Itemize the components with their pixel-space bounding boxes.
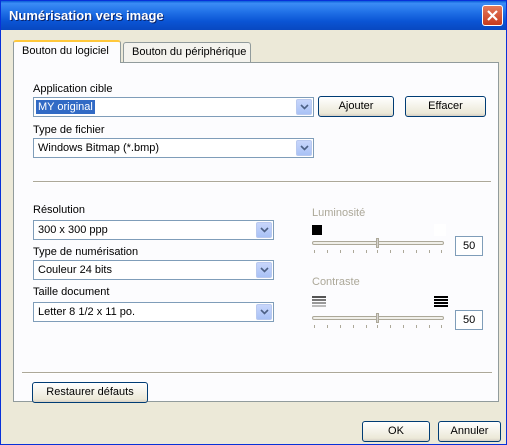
close-button[interactable]	[482, 5, 503, 26]
delete-button[interactable]: Effacer	[405, 96, 486, 117]
tab-software-button[interactable]: Bouton du logiciel	[13, 40, 121, 63]
scan-type-select[interactable]: Couleur 24 bits	[33, 260, 274, 280]
scan-type-label: Type de numérisation	[33, 246, 139, 258]
doc-size-value: Letter 8 1/2 x 11 po.	[38, 306, 136, 318]
chevron-down-icon	[300, 145, 309, 151]
contrast-high-icon	[434, 296, 448, 308]
dialog-window: Numérisation vers image Bouton du logici…	[0, 0, 507, 445]
contrast-label: Contraste	[312, 276, 360, 288]
app-target-value: MY original	[36, 100, 95, 114]
separator	[22, 372, 492, 374]
app-target-label: Application cible	[33, 83, 113, 95]
chevron-down-icon	[260, 267, 269, 273]
resolution-value: 300 x 300 ppp	[38, 224, 108, 236]
scan-type-dropdown-button[interactable]	[256, 262, 272, 278]
chevron-down-icon	[260, 227, 269, 233]
cancel-button[interactable]: Annuler	[438, 421, 501, 442]
tab-panel: Application cible MY original Ajouter Ef…	[13, 62, 499, 402]
brightness-label: Luminosité	[312, 207, 366, 219]
resolution-select[interactable]: 300 x 300 ppp	[33, 220, 274, 240]
contrast-ticks	[312, 325, 444, 328]
brightness-light-icon	[434, 224, 446, 236]
chevron-down-icon	[260, 309, 269, 315]
brightness-dark-icon	[312, 225, 322, 235]
add-button[interactable]: Ajouter	[318, 96, 394, 117]
contrast-slider-thumb[interactable]	[376, 313, 379, 323]
chevron-down-icon	[300, 104, 309, 110]
brightness-slider-thumb[interactable]	[376, 238, 379, 248]
ok-button[interactable]: OK	[362, 421, 430, 442]
contrast-value-field[interactable]: 50	[455, 310, 483, 330]
doc-size-dropdown-button[interactable]	[256, 304, 272, 320]
restore-defaults-button[interactable]: Restaurer défauts	[32, 382, 148, 403]
title-bar: Numérisation vers image	[1, 1, 506, 30]
doc-size-select[interactable]: Letter 8 1/2 x 11 po.	[33, 302, 274, 322]
app-target-dropdown-button[interactable]	[296, 99, 312, 115]
brightness-value-field[interactable]: 50	[455, 236, 483, 256]
separator	[33, 181, 491, 183]
tab-device-button[interactable]: Bouton du périphérique	[123, 42, 251, 63]
contrast-low-icon	[312, 296, 326, 308]
file-type-dropdown-button[interactable]	[296, 140, 312, 156]
resolution-label: Résolution	[33, 204, 85, 216]
app-target-select[interactable]: MY original	[33, 97, 314, 117]
close-icon	[487, 10, 498, 21]
doc-size-label: Taille document	[33, 286, 110, 298]
file-type-label: Type de fichier	[33, 124, 105, 136]
file-type-value: Windows Bitmap (*.bmp)	[38, 142, 160, 154]
file-type-select[interactable]: Windows Bitmap (*.bmp)	[33, 138, 314, 158]
brightness-ticks	[312, 250, 444, 253]
scan-type-value: Couleur 24 bits	[38, 264, 112, 276]
window-title: Numérisation vers image	[9, 8, 164, 23]
resolution-dropdown-button[interactable]	[256, 222, 272, 238]
